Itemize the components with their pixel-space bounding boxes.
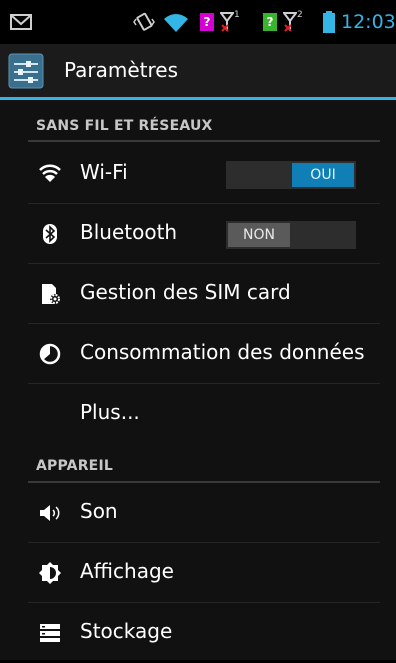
clock: 12:03 xyxy=(341,11,396,33)
bluetooth-icon xyxy=(38,222,62,246)
sim1-badge: ? xyxy=(200,13,214,31)
wifi-toggle[interactable]: OUI xyxy=(226,161,356,189)
settings-item-display[interactable]: Affichage xyxy=(0,543,396,603)
wifi-signal-icon xyxy=(163,0,189,44)
sim2-badge: ? xyxy=(263,13,277,31)
settings-item-label: Stockage xyxy=(80,619,173,643)
settings-item-label: Affichage xyxy=(80,559,174,583)
settings-item-data-usage[interactable]: Consommation des données xyxy=(0,324,396,384)
settings-item-label: Plus... xyxy=(80,400,140,424)
settings-item-more[interactable]: Plus... xyxy=(0,384,396,444)
bluetooth-toggle[interactable]: NON xyxy=(226,221,356,249)
sim1-number: 1 xyxy=(234,10,240,20)
settings-item-storage[interactable]: Stockage xyxy=(0,603,396,663)
vibrate-icon xyxy=(133,0,155,44)
status-bar: ? 1 ? 2 12:03 xyxy=(0,0,396,44)
settings-item-label: Consommation des données xyxy=(80,340,365,364)
signal-no-service-icon: 2 xyxy=(283,0,303,44)
storage-icon xyxy=(38,621,62,645)
sim2-number: 2 xyxy=(297,10,303,20)
page-title: Paramètres xyxy=(64,58,179,82)
sim2-warning-icon: ? xyxy=(263,0,277,44)
sim1-warning-icon: ? xyxy=(200,0,214,44)
sim-settings-icon xyxy=(38,282,62,306)
settings-list: SANS FIL ET RÉSEAUX Wi-Fi OUI Bluetooth … xyxy=(0,100,396,660)
toggle-on-label: OUI xyxy=(292,163,354,187)
section-label: APPAREIL xyxy=(36,458,113,474)
settings-item-sim-management[interactable]: Gestion des SIM card xyxy=(0,264,396,324)
action-bar: Paramètres xyxy=(0,44,396,100)
settings-app-icon[interactable] xyxy=(8,53,44,89)
settings-item-sound[interactable]: Son xyxy=(0,483,396,543)
section-label: SANS FIL ET RÉSEAUX xyxy=(36,118,213,134)
settings-item-label: Gestion des SIM card xyxy=(80,280,291,304)
section-header-device: APPAREIL xyxy=(0,444,396,484)
toggle-off-label: NON xyxy=(228,223,290,247)
settings-item-wifi[interactable]: Wi-Fi OUI xyxy=(0,144,396,204)
wifi-icon xyxy=(38,162,62,186)
divider xyxy=(28,140,380,142)
signal-no-service-icon: 1 xyxy=(220,0,240,44)
battery-icon xyxy=(323,0,335,44)
settings-item-label: Son xyxy=(80,499,118,523)
settings-item-label: Bluetooth xyxy=(80,220,178,244)
speaker-icon xyxy=(38,501,62,525)
gmail-icon xyxy=(10,0,32,44)
display-brightness-icon xyxy=(38,561,62,585)
section-header-wireless: SANS FIL ET RÉSEAUX xyxy=(0,100,396,144)
settings-item-label: Wi-Fi xyxy=(80,160,128,184)
data-usage-icon xyxy=(38,342,62,366)
settings-item-bluetooth[interactable]: Bluetooth NON xyxy=(0,204,396,264)
